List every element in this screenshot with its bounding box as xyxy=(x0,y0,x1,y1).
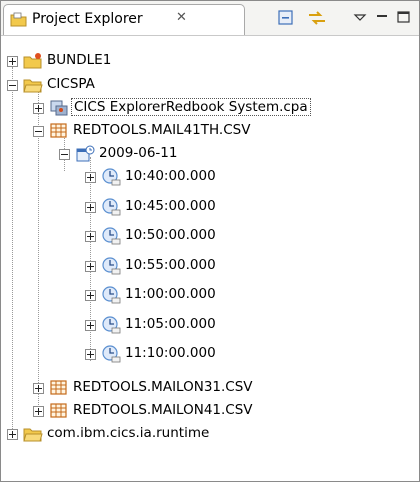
tree-item-bundle1[interactable]: BUNDLE1 xyxy=(1,51,301,73)
collapse-toggle[interactable] xyxy=(33,126,44,137)
tree-item-label: CICSPA xyxy=(47,76,95,92)
clock-icon xyxy=(102,345,121,363)
expand-toggle[interactable] xyxy=(85,290,96,301)
tree-item-time[interactable]: 11:10:00.000 xyxy=(1,344,301,366)
tree-item-cicspa[interactable]: CICSPA xyxy=(1,75,301,97)
tree-item-label: REDTOOLS.MAIL41TH.CSV xyxy=(73,122,251,138)
tree-item-label: 11:00:00.000 xyxy=(125,286,216,302)
tree-item-label: 10:50:00.000 xyxy=(125,227,216,243)
tree-item-runtime[interactable]: com.ibm.cics.ia.runtime xyxy=(1,424,331,446)
table-icon xyxy=(50,403,67,418)
project-explorer-view: Project Explorer ✕ BUNDLE1 CICSPA CICS E… xyxy=(0,0,420,482)
expand-toggle[interactable] xyxy=(85,349,96,360)
expand-toggle[interactable] xyxy=(85,201,96,213)
maximize-icon[interactable] xyxy=(396,9,412,27)
link-with-editor-icon[interactable] xyxy=(307,9,327,27)
tree-item-time[interactable]: 10:45:00.000 xyxy=(1,197,301,219)
tree-item-mailon41[interactable]: REDTOOLS.MAILON41.CSV xyxy=(1,401,361,423)
tree-item-label: 11:05:00.000 xyxy=(125,315,216,332)
collapse-toggle[interactable] xyxy=(59,149,70,160)
tree-item-label: 10:45:00.000 xyxy=(125,197,216,214)
view-tab-bar: Project Explorer ✕ xyxy=(1,1,419,36)
close-icon[interactable]: ✕ xyxy=(176,10,187,25)
tree-item-time[interactable]: 10:40:00.000 xyxy=(1,167,301,189)
folder-open-icon xyxy=(23,79,43,93)
tree-item-time[interactable]: 11:00:00.000 xyxy=(1,285,301,307)
project-explorer-icon xyxy=(10,12,27,27)
tree-item-label: REDTOOLS.MAILON31.CSV xyxy=(73,379,253,395)
collapse-all-icon[interactable] xyxy=(276,9,296,27)
tree-item-label: 10:40:00.000 xyxy=(125,168,216,184)
tree-item-label: BUNDLE1 xyxy=(47,52,112,68)
tree-item-mail41th[interactable]: REDTOOLS.MAIL41TH.CSV xyxy=(1,121,361,143)
expand-toggle[interactable] xyxy=(85,319,96,331)
folder-open-icon xyxy=(23,428,43,442)
tree-item-label: CICS ExplorerRedbook System.cpa xyxy=(71,98,311,116)
tree-item-label: 2009-06-11 xyxy=(99,145,178,161)
expand-toggle[interactable] xyxy=(33,406,44,417)
expand-toggle[interactable] xyxy=(33,383,44,394)
clock-icon xyxy=(102,168,121,186)
expand-toggle[interactable] xyxy=(85,172,96,183)
tree-item-label: REDTOOLS.MAILON41.CSV xyxy=(73,402,253,418)
clock-icon xyxy=(102,286,121,304)
expand-toggle[interactable] xyxy=(7,429,18,440)
expand-toggle[interactable] xyxy=(85,231,96,242)
tree-item-date[interactable]: 2009-06-11 xyxy=(1,144,301,166)
tree-item-label: 11:10:00.000 xyxy=(125,345,216,361)
tree-item-time[interactable]: 11:05:00.000 xyxy=(1,315,301,337)
tree-item-time[interactable]: 10:55:00.000 xyxy=(1,256,301,278)
clock-icon xyxy=(102,197,121,215)
expand-toggle[interactable] xyxy=(33,103,44,114)
table-icon xyxy=(50,123,67,138)
tree-item-label: com.ibm.cics.ia.runtime xyxy=(47,425,210,441)
expand-toggle[interactable] xyxy=(85,260,96,272)
tree-item-mailon31[interactable]: REDTOOLS.MAILON31.CSV xyxy=(1,378,361,400)
view-title: Project Explorer xyxy=(32,11,143,27)
cpa-config-icon xyxy=(50,100,68,116)
tab-project-explorer[interactable]: Project Explorer ✕ xyxy=(3,4,245,35)
expand-toggle[interactable] xyxy=(7,56,18,67)
minimize-icon[interactable] xyxy=(375,9,389,27)
tree-item-cpa-file[interactable]: CICS ExplorerRedbook System.cpa xyxy=(1,98,411,120)
clock-icon xyxy=(102,256,121,274)
calendar-icon xyxy=(76,145,95,162)
clock-icon xyxy=(102,227,121,245)
tree-item-time[interactable]: 10:50:00.000 xyxy=(1,226,301,248)
collapse-toggle[interactable] xyxy=(7,80,18,91)
table-icon xyxy=(50,380,67,395)
view-menu-icon[interactable] xyxy=(353,9,367,27)
clock-icon xyxy=(102,315,121,333)
bundle-folder-icon xyxy=(23,53,42,69)
tree-item-label: 10:55:00.000 xyxy=(125,256,216,273)
